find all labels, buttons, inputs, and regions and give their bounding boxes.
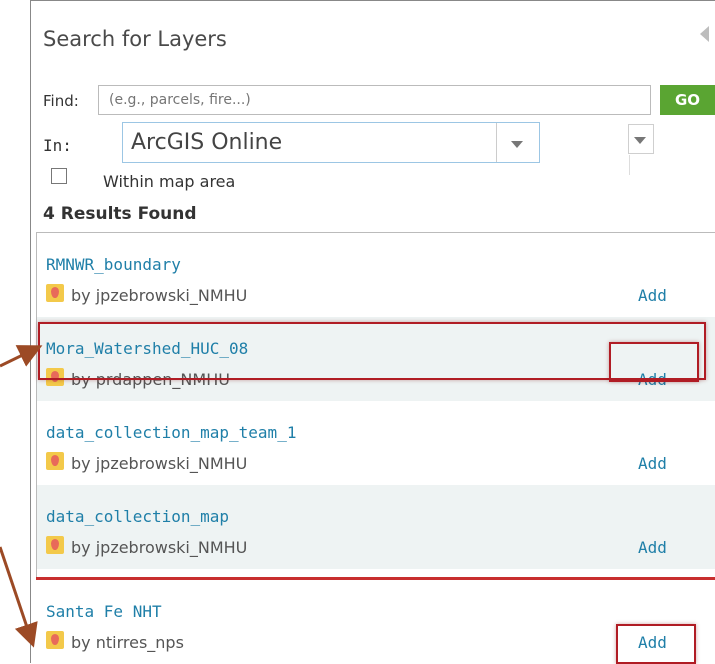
arrow-to-santa-fe-result <box>0 546 38 648</box>
arrow-to-mora-result <box>0 345 43 368</box>
annotation-arrows <box>0 345 43 648</box>
